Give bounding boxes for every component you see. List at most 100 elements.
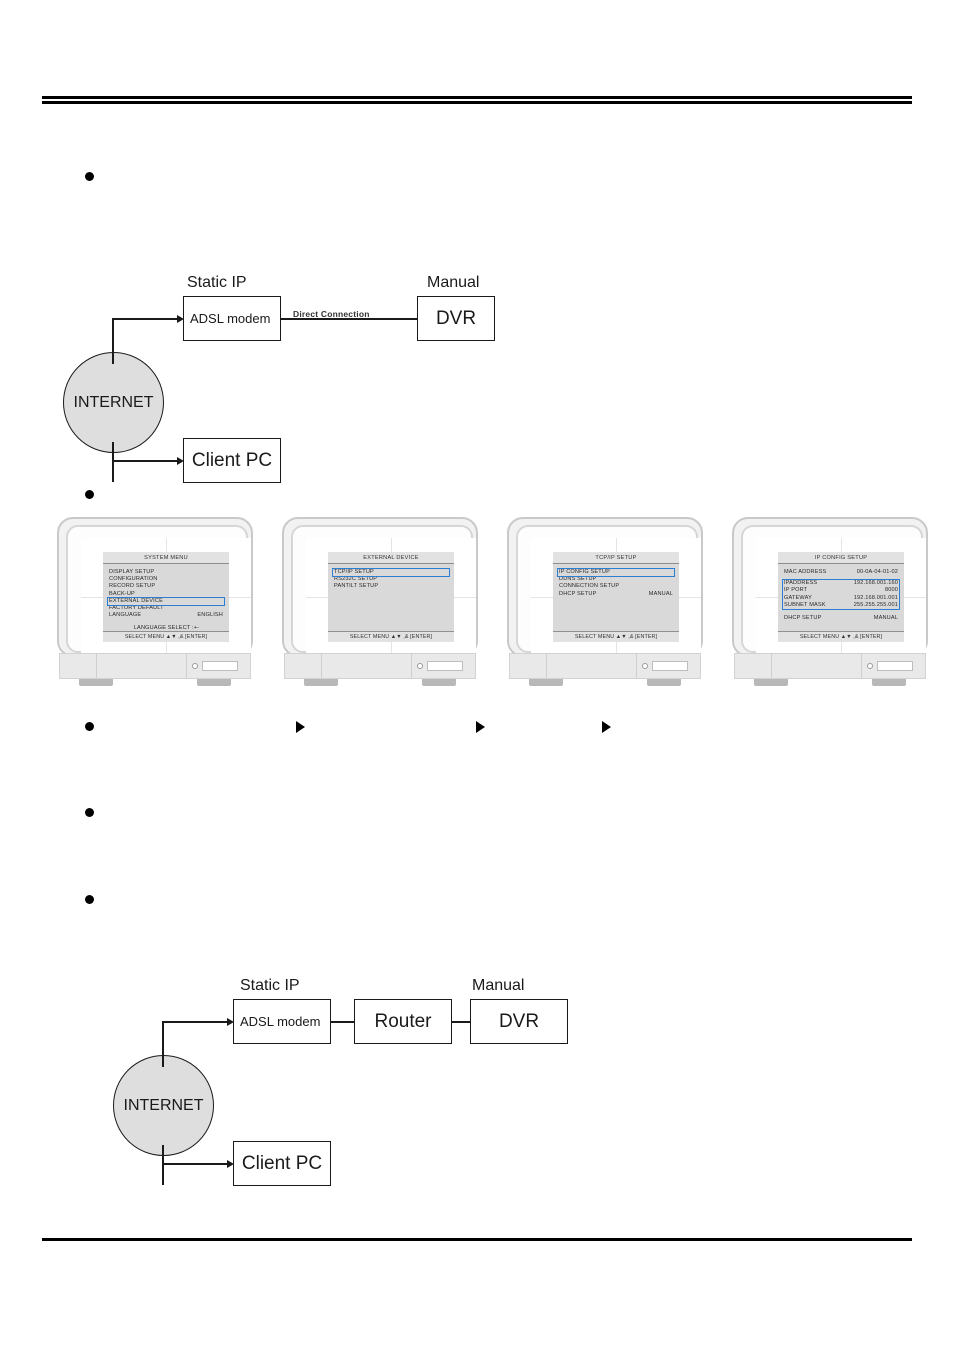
osd-row-label: GATEWAY — [784, 594, 812, 601]
monitor-bezel: TCP/IP SETUP IP CONFIG SETUP DDNS SETUP CON… — [507, 517, 703, 657]
osd-row[interactable]: MAC ADDRESS 00-0A-04-01-02 — [784, 569, 899, 576]
modem-caption-2: Static IP — [240, 977, 300, 994]
osd-row-value — [448, 576, 449, 583]
osd-row-value — [673, 576, 674, 583]
bullet-point-4 — [85, 808, 94, 817]
modem-router-link — [331, 1021, 354, 1023]
base-left-cell — [285, 654, 322, 678]
monitor-inner-bezel: EXTERNAL DEVICE TCP/IP SETUP RS232C SETUP P… — [291, 525, 476, 656]
monitor-foot-left — [754, 679, 788, 686]
monitor-ip-config-setup: IP CONFIG SETUP MAC ADDRESS 00-0A-04-01-02… — [732, 517, 928, 689]
internet-client-link-2 — [162, 1163, 228, 1165]
osd-row[interactable]: LANGUAGE ENGLISH — [109, 612, 224, 619]
osd-row[interactable]: GATEWAY 192.168.001.001 — [784, 595, 899, 602]
osd-row[interactable]: TCP/IP SETUP — [334, 569, 449, 576]
osd-row-value: 192.168.001.160 — [853, 580, 898, 587]
base-right-cell — [187, 654, 250, 678]
osd-row[interactable]: CONNECTION SETUP — [559, 583, 674, 590]
power-led-icon — [642, 663, 648, 669]
osd-row-value — [673, 569, 674, 576]
osd-row-value — [223, 605, 224, 612]
dvr-caption: Manual — [427, 274, 480, 291]
bullet-point-5 — [85, 895, 94, 904]
monitor-base-panel — [509, 653, 701, 679]
osd-title: EXTERNAL DEVICE — [328, 552, 454, 564]
drive-slot-icon — [202, 661, 238, 671]
osd-row-value — [223, 591, 224, 598]
osd-footer-hint: SELECT MENU ▲▼ ,& [ENTER] — [553, 631, 679, 642]
router-box: Router — [354, 999, 452, 1044]
document-page: Static IP Manual ADSL modem DVR Direct C… — [0, 0, 954, 1351]
internet-modem-link-2 — [162, 1021, 228, 1023]
base-left-cell — [735, 654, 772, 678]
osd-panel-system-menu: SYSTEM MENU DISPLAY SETUP CONFIGURATION REC… — [103, 552, 229, 642]
power-led-icon — [417, 663, 423, 669]
osd-row[interactable]: EXTERNAL DEVICE — [109, 598, 224, 605]
osd-row[interactable]: DDNS SETUP — [559, 576, 674, 583]
osd-row-value: MANUAL — [873, 615, 898, 622]
osd-title: TCP/IP SETUP — [553, 552, 679, 564]
internet-client-riser — [112, 442, 114, 482]
internet-modem-link — [112, 318, 178, 320]
osd-row-label: LANGUAGE — [109, 612, 142, 619]
base-right-cell — [412, 654, 475, 678]
osd-row[interactable]: FACTORY DEFAULT — [109, 605, 224, 612]
osd-row[interactable]: IP CONFIG SETUP — [559, 569, 674, 576]
osd-row-label: DDNS SETUP — [559, 576, 597, 583]
osd-row[interactable]: IP PORT 8000 — [784, 587, 899, 594]
osd-row-label: FACTORY DEFAULT — [109, 605, 164, 612]
flow-arrow-3-icon — [602, 721, 611, 733]
flow-arrow-2-icon — [476, 721, 485, 733]
monitor-foot-right — [422, 679, 456, 686]
osd-row[interactable]: BACK-UP — [109, 591, 224, 598]
osd-row[interactable]: IPADDRESS 192.168.001.160 — [784, 580, 899, 587]
osd-panel-external-device: EXTERNAL DEVICE TCP/IP SETUP RS232C SETUP P… — [328, 552, 454, 642]
monitor-foot-left — [79, 679, 113, 686]
osd-row-label: DISPLAY SETUP — [109, 569, 155, 575]
monitor-foot-right — [872, 679, 906, 686]
client-pc-box: Client PC — [183, 438, 281, 483]
monitor-bezel: IP CONFIG SETUP MAC ADDRESS 00-0A-04-01-02… — [732, 517, 928, 657]
osd-row[interactable]: DISPLAY SETUP — [109, 569, 224, 576]
osd-row-value — [448, 569, 449, 576]
monitor-external-device: EXTERNAL DEVICE TCP/IP SETUP RS232C SETUP P… — [282, 517, 478, 689]
osd-row[interactable]: DHCP SETUP MANUAL — [784, 615, 899, 622]
osd-title: IP CONFIG SETUP — [778, 552, 904, 564]
dvr-box: DVR — [417, 296, 495, 341]
bullet-point-1 — [85, 172, 94, 181]
osd-row[interactable]: CONFIGURATION — [109, 576, 224, 583]
monitor-foot-left — [529, 679, 563, 686]
base-right-cell — [862, 654, 925, 678]
drive-slot-icon — [877, 661, 913, 671]
monitor-screen: SYSTEM MENU DISPLAY SETUP CONFIGURATION REC… — [81, 538, 251, 656]
monitor-base-panel — [734, 653, 926, 679]
osd-row-value: 00-0A-04-01-02 — [856, 569, 898, 575]
client-pc-box-2: Client PC — [233, 1141, 331, 1186]
internet-client-link — [112, 460, 178, 462]
osd-row[interactable]: PANTILT SETUP — [334, 583, 449, 590]
osd-row[interactable]: RECORD SETUP — [109, 583, 224, 590]
monitor-system-menu: SYSTEM MENU DISPLAY SETUP CONFIGURATION REC… — [57, 517, 253, 689]
modem-arrow-icon-2 — [227, 1018, 234, 1026]
osd-rows: DISPLAY SETUP CONFIGURATION RECORD SETUP BA… — [103, 564, 229, 633]
osd-row-value — [223, 583, 224, 590]
osd-row-label: CONFIGURATION — [109, 576, 158, 583]
dvr-caption-2: Manual — [472, 977, 525, 994]
osd-row[interactable]: SUBNET MASK 255.255.255.001 — [784, 602, 899, 609]
monitor-tcp-ip-setup: TCP/IP SETUP IP CONFIG SETUP DDNS SETUP CON… — [507, 517, 703, 689]
osd-row[interactable]: DHCP SETUP MANUAL — [559, 591, 674, 598]
osd-row[interactable]: RS232C SETUP — [334, 576, 449, 583]
monitor-inner-bezel: SYSTEM MENU DISPLAY SETUP CONFIGURATION REC… — [66, 525, 251, 656]
osd-row-value: 192.168.001.001 — [853, 594, 898, 601]
direct-connection-diagram: Static IP Manual ADSL modem DVR Direct C… — [55, 262, 555, 492]
power-led-icon — [192, 663, 198, 669]
base-center-cell — [97, 654, 187, 678]
monitor-inner-bezel: TCP/IP SETUP IP CONFIG SETUP DDNS SETUP CON… — [516, 525, 701, 656]
bullet-point-3 — [85, 722, 94, 731]
osd-rows: TCP/IP SETUP RS232C SETUP PANTILT SETUP — [328, 564, 454, 591]
dvr-box-2: DVR — [470, 999, 568, 1044]
monitor-screen: TCP/IP SETUP IP CONFIG SETUP DDNS SETUP CON… — [531, 538, 701, 656]
base-left-cell — [510, 654, 547, 678]
monitor-inner-bezel: IP CONFIG SETUP MAC ADDRESS 00-0A-04-01-02… — [741, 525, 926, 656]
monitor-screen: EXTERNAL DEVICE TCP/IP SETUP RS232C SETUP P… — [306, 538, 476, 656]
